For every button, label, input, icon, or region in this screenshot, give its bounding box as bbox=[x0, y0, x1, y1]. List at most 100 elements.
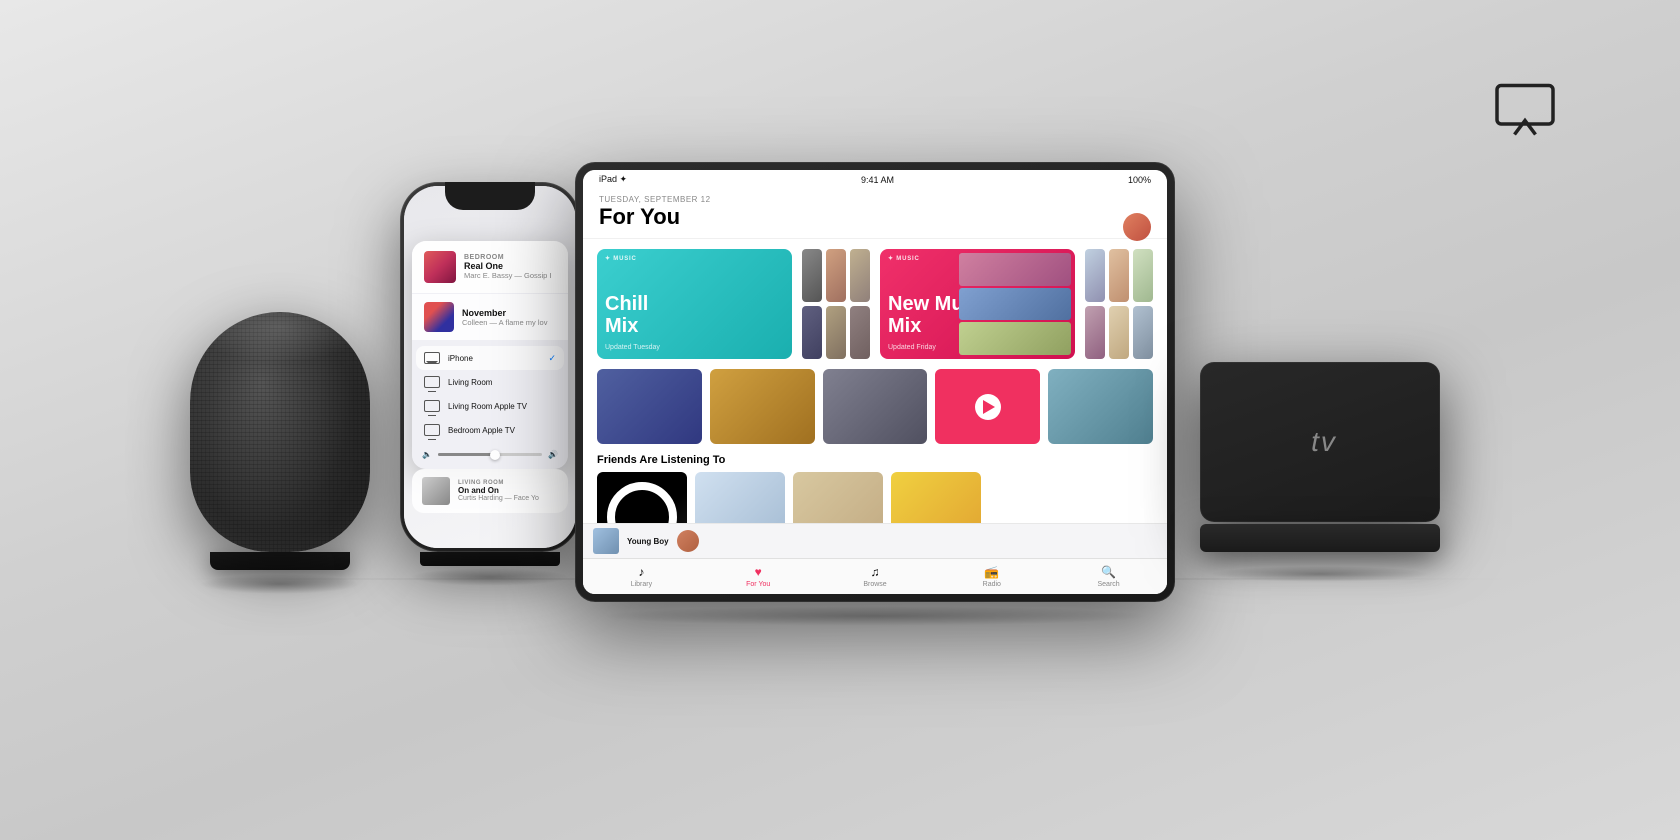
device-iphone-row[interactable]: iPhone ✓ bbox=[416, 346, 564, 370]
volume-thumb[interactable] bbox=[490, 450, 500, 460]
play-circle[interactable] bbox=[975, 394, 1001, 420]
tab-for-you[interactable]: ♥ For You bbox=[700, 563, 817, 590]
friend-card-1[interactable]: + (Deluxe) bbox=[597, 472, 687, 523]
volume-fill bbox=[438, 453, 495, 456]
iphone-artist: Colleen — A flame my lov bbox=[462, 318, 556, 327]
now-playing-avatar bbox=[677, 530, 699, 552]
nm-thumb-4 bbox=[1085, 306, 1105, 359]
tab-browse[interactable]: ♫ Browse bbox=[817, 563, 934, 590]
apple-tv-base bbox=[1200, 524, 1440, 552]
nm-thumb-2 bbox=[1109, 249, 1129, 302]
nm-thumb-6 bbox=[1133, 306, 1153, 359]
ipad-device-label: iPad ✦ bbox=[599, 174, 627, 185]
bedroom-track: Real One bbox=[464, 261, 556, 271]
homepod-base bbox=[210, 552, 350, 570]
tab-for-you-label: For You bbox=[746, 581, 770, 588]
music-for-you-title: For You bbox=[599, 204, 1151, 230]
music-content: ✦ MUSIC Chill Mix Updated Tuesday bbox=[583, 239, 1167, 523]
homepod-top bbox=[190, 312, 370, 362]
album-thumb-2[interactable] bbox=[710, 369, 815, 444]
ipad-body: iPad ✦ 9:41 AM 100% TUESDAY, SEPTEMBER 1… bbox=[575, 162, 1175, 602]
living-room-device-icon bbox=[424, 376, 440, 388]
chill-thumb-grid bbox=[802, 249, 870, 359]
bedroom-album-art bbox=[424, 251, 456, 283]
lr-info: LIVING ROOM On and On Curtis Harding — F… bbox=[458, 480, 539, 502]
chill-mix-title: Chill Mix bbox=[605, 293, 648, 337]
friends-row: + (Deluxe) All The Light Above It... Slo… bbox=[597, 472, 1153, 523]
airplay-np-info: BEDROOM Real One Marc E. Bassy — Gossip … bbox=[464, 254, 556, 280]
device-lr-apple-tv-row[interactable]: Living Room Apple TV bbox=[416, 394, 564, 418]
album-thumb-1[interactable] bbox=[597, 369, 702, 444]
device-iphone-check: ✓ bbox=[548, 353, 556, 364]
play-triangle-icon bbox=[983, 400, 995, 414]
lr-track: On and On bbox=[458, 486, 539, 495]
search-icon: 🔍 bbox=[1101, 565, 1116, 579]
library-icon: ♪ bbox=[638, 565, 644, 579]
airplay-svg-icon bbox=[1490, 80, 1560, 140]
device-living-room-label: Living Room bbox=[448, 378, 556, 387]
device-iphone-label: iPhone bbox=[448, 354, 540, 363]
iphone-album-art bbox=[424, 302, 454, 332]
friend-card-4[interactable]: Lucky Girl bbox=[891, 472, 981, 523]
apple-tv-shadow bbox=[1210, 566, 1430, 582]
airplay-bedroom-row: BEDROOM Real One Marc E. Bassy — Gossip … bbox=[412, 241, 568, 293]
for-you-icon: ♥ bbox=[755, 565, 762, 579]
friend-art-1 bbox=[597, 472, 687, 523]
iphone-base bbox=[420, 552, 560, 566]
music-app: TUESDAY, SEPTEMBER 12 For You ✦ MUSIC bbox=[583, 189, 1167, 594]
volume-track[interactable] bbox=[438, 453, 542, 456]
friend-art-3 bbox=[793, 472, 883, 523]
tab-library-label: Library bbox=[631, 581, 652, 588]
tab-search[interactable]: 🔍 Search bbox=[1050, 563, 1167, 590]
album-thumb-3[interactable] bbox=[823, 369, 928, 444]
playlist-cards-row: ✦ MUSIC Chill Mix Updated Tuesday bbox=[597, 249, 1153, 359]
nm-photo-2 bbox=[959, 288, 1071, 321]
thumb-4 bbox=[802, 306, 822, 359]
radio-icon: 📻 bbox=[984, 565, 999, 579]
tab-radio-label: Radio bbox=[983, 581, 1001, 588]
now-playing-art bbox=[593, 528, 619, 554]
volume-control[interactable]: 🔈 🔊 bbox=[412, 446, 568, 469]
iphone-screen: BEDROOM Real One Marc E. Bassy — Gossip … bbox=[404, 186, 576, 548]
thumb-3 bbox=[850, 249, 870, 302]
friend-art-1-inner bbox=[607, 482, 677, 523]
friend-card-2[interactable]: All The Light Above It... bbox=[695, 472, 785, 523]
tab-radio[interactable]: 📻 Radio bbox=[933, 563, 1050, 590]
homepod-body bbox=[190, 312, 370, 552]
thumb-6 bbox=[850, 306, 870, 359]
new-music-photos bbox=[955, 249, 1075, 359]
thumb-1 bbox=[802, 249, 822, 302]
friends-title: Friends Are Listening To bbox=[597, 454, 1153, 466]
tab-browse-label: Browse bbox=[863, 581, 886, 588]
tab-search-label: Search bbox=[1097, 581, 1119, 588]
tab-library[interactable]: ♪ Library bbox=[583, 563, 700, 590]
chill-service-label: ✦ MUSIC bbox=[605, 255, 637, 262]
device-bedroom-apple-tv-label: Bedroom Apple TV bbox=[448, 426, 556, 435]
newmusic-updated: Updated Friday bbox=[888, 344, 936, 351]
lr-album-art bbox=[422, 477, 450, 505]
apple-tv-body: tv bbox=[1200, 362, 1440, 522]
living-room-now-playing: LIVING ROOM On and On Curtis Harding — F… bbox=[412, 469, 568, 513]
now-playing-track: Young Boy bbox=[627, 537, 669, 546]
thumb-2 bbox=[826, 249, 846, 302]
nm-thumb-3 bbox=[1133, 249, 1153, 302]
device-lr-apple-tv-label: Living Room Apple TV bbox=[448, 402, 556, 411]
thumb-5 bbox=[826, 306, 846, 359]
iphone-device-icon bbox=[424, 352, 440, 364]
new-music-mix-card[interactable]: ✦ MUSIC New Music Mix Updated Friday bbox=[880, 249, 1075, 359]
newmusic-service-label: ✦ MUSIC bbox=[888, 255, 920, 262]
friend-card-3[interactable]: Slow Hands NIALL HORAN SLOW HANDS bbox=[793, 472, 883, 523]
now-playing-info: Young Boy bbox=[627, 537, 669, 546]
new-music-thumb-grid bbox=[1085, 249, 1153, 359]
iphone-track: November bbox=[462, 308, 556, 318]
scene: BEDROOM Real One Marc E. Bassy — Gossip … bbox=[0, 0, 1680, 840]
ipad: iPad ✦ 9:41 AM 100% TUESDAY, SEPTEMBER 1… bbox=[565, 162, 1185, 622]
device-bedroom-apple-tv-row[interactable]: Bedroom Apple TV bbox=[416, 418, 564, 442]
chill-mix-card[interactable]: ✦ MUSIC Chill Mix Updated Tuesday bbox=[597, 249, 792, 359]
nm-photo-1 bbox=[959, 253, 1071, 286]
album-thumb-5[interactable] bbox=[1048, 369, 1153, 444]
iphone-np-info: November Colleen — A flame my lov bbox=[462, 308, 556, 327]
play-button-thumb[interactable] bbox=[935, 369, 1040, 444]
device-living-room-row[interactable]: Living Room bbox=[416, 370, 564, 394]
ipad-statusbar: iPad ✦ 9:41 AM 100% bbox=[583, 170, 1167, 189]
